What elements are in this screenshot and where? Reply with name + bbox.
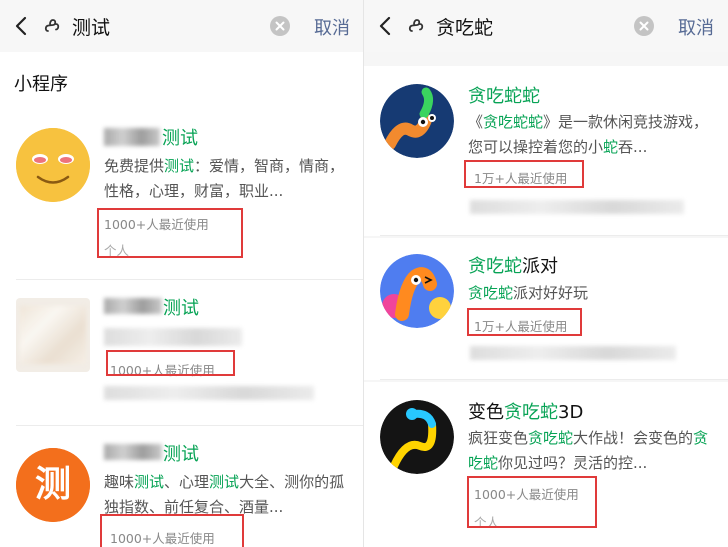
app-description: 《贪吃蛇蛇》是一款休闲竞技游戏，您可以操控着您的小蛇吞... [468,113,709,156]
app-name: 贪吃蛇蛇 [468,86,540,107]
app-name: 测试 [163,444,199,465]
list-item[interactable]: 测试 免费提供测试：爱情，智商，情商，性格，心理，财富，职业... 1000+人… [0,112,364,280]
cancel-button[interactable]: 取消 [314,14,350,40]
app-name: 测试 [162,128,198,149]
name-redacted [104,444,162,460]
app-name: 贪吃蛇派对 [468,256,558,277]
annotation-box [100,514,244,547]
annotation-box [467,308,582,336]
list-item[interactable]: 测试 1000+人最近使用 [0,280,364,426]
annotation-box [106,350,235,376]
annotation-box [97,208,243,258]
annotation-box [467,476,597,528]
clear-icon[interactable] [270,16,290,36]
mini-program-icon [408,19,424,32]
app-description: 疯狂变色贪吃蛇大作战！会变色的贪吃蛇你见过吗？灵活的控... [468,429,709,472]
avatar [16,128,90,202]
clear-icon[interactable] [634,16,654,36]
chevron-left-icon[interactable] [12,15,32,37]
chevron-left-icon[interactable] [376,15,396,37]
search-bar: 测试 取消 [0,0,364,52]
search-input[interactable]: 贪吃蛇 [436,13,493,40]
owner-redacted [470,200,684,214]
list-item[interactable]: 贪吃蛇派对 贪吃蛇派对好好玩 1万+人最近使用 [364,238,728,380]
avatar [380,84,454,158]
avatar: 测 [16,448,90,522]
name-redacted [104,298,162,314]
description-redacted [104,328,242,346]
avatar [380,400,454,474]
section-title: 小程序 [14,74,68,95]
owner-redacted [470,346,676,360]
right-search-panel: 贪吃蛇 取消 贪吃蛇蛇 《贪吃蛇蛇》是一款休闲竞技游戏，您可以操控着您的小蛇吞.… [364,0,728,547]
app-name: 变色贪吃蛇3D [468,402,584,423]
avatar [16,298,90,372]
app-name: 测试 [163,298,199,319]
list-item[interactable]: 贪吃蛇蛇 《贪吃蛇蛇》是一款休闲竞技游戏，您可以操控着您的小蛇吞... 1万+人… [364,66,728,236]
app-description: 贪吃蛇派对好好玩 [468,284,589,302]
left-search-panel: 测试 取消 小程序 测试 免费提供测试：爱情，智商，情商，性格，心理，财富，职业… [0,0,364,547]
divider [380,379,728,380]
search-bar: 贪吃蛇 取消 [364,0,728,52]
mini-program-icon [44,19,60,32]
divider [380,235,728,236]
list-item[interactable]: 变色贪吃蛇3D 疯狂变色贪吃蛇大作战！会变色的贪吃蛇你见过吗？灵活的控... 1… [364,382,728,547]
cancel-button[interactable]: 取消 [678,14,714,40]
app-description: 趣味测试、心理测试大全、测你的孤独指数、前任复合、酒量... [104,473,345,516]
app-description: 免费提供测试：爱情，智商，情商，性格，心理，财富，职业... [104,157,345,200]
list-item[interactable]: 测 测试 趣味测试、心理测试大全、测你的孤独指数、前任复合、酒量... 1000… [0,426,364,547]
owner-redacted [104,386,314,400]
avatar [380,254,454,328]
name-redacted [104,128,160,146]
search-input[interactable]: 测试 [72,13,110,40]
annotation-box [464,160,584,188]
